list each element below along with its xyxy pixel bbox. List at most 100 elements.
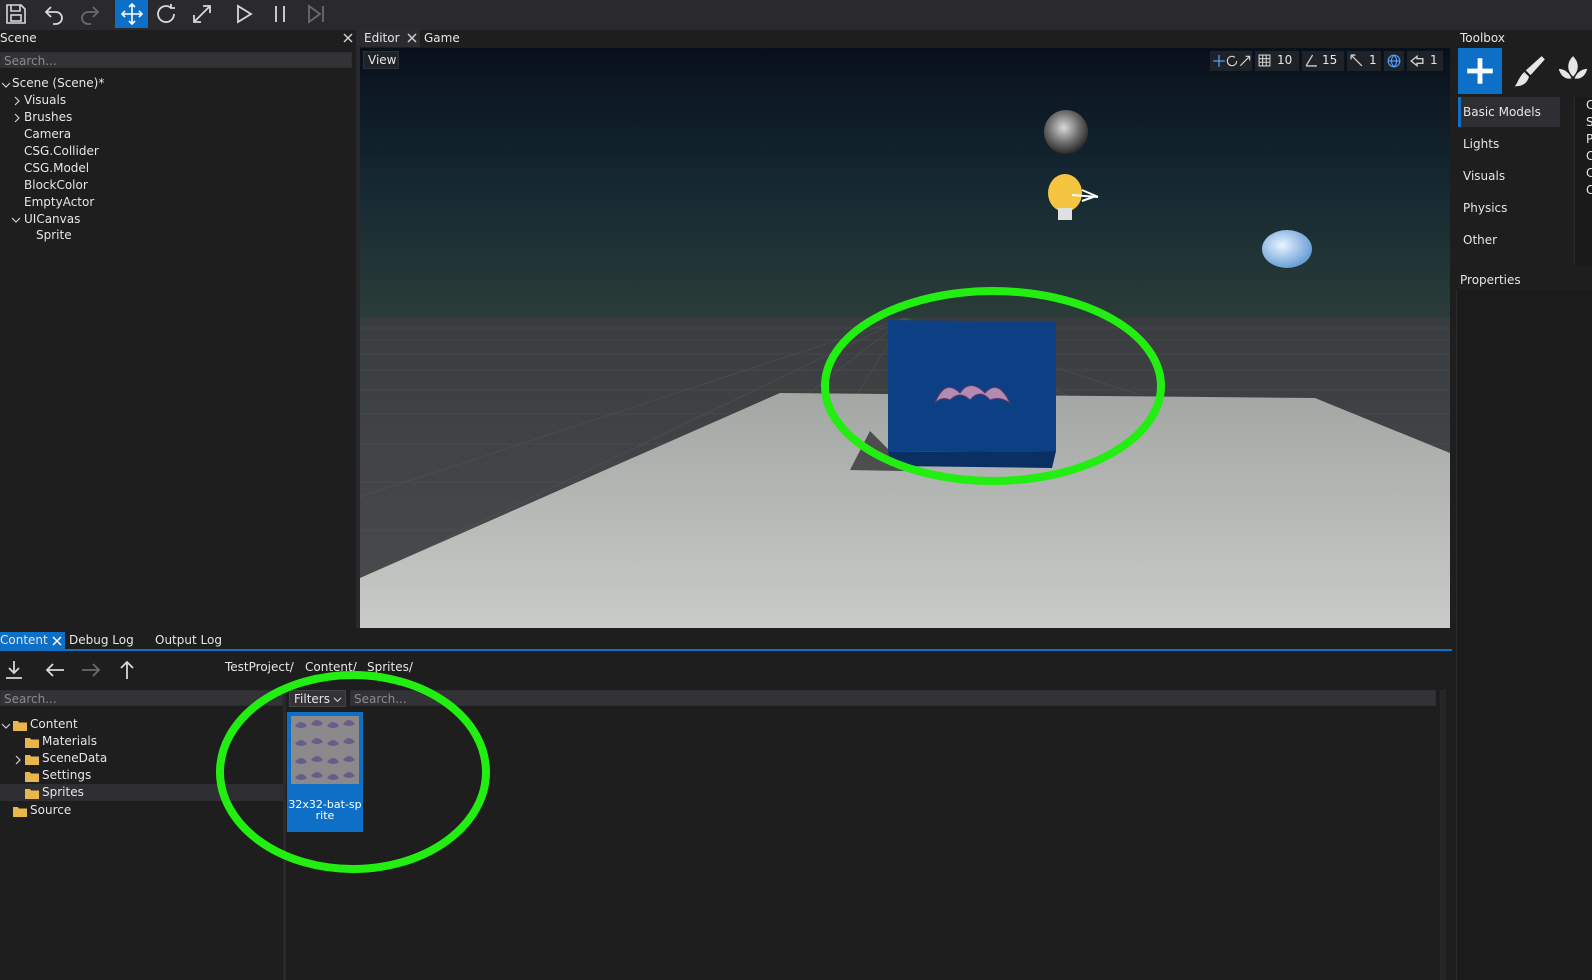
redo-button[interactable] [74, 0, 106, 28]
undo-button[interactable] [38, 0, 70, 28]
scene-panel-title: Scene [0, 31, 37, 45]
scene-item-brushes[interactable]: Brushes [24, 109, 72, 126]
close-icon[interactable] [51, 635, 63, 647]
tab-editor-label: Editor [364, 31, 400, 45]
forward-arrow-icon[interactable] [78, 658, 104, 682]
scene-render [360, 48, 1450, 628]
brush-icon[interactable] [1510, 52, 1548, 92]
folder-icon [13, 721, 27, 731]
sky-sphere [1262, 230, 1312, 268]
toolbox-item[interactable]: C [1586, 165, 1592, 182]
redo-icon [81, 6, 100, 25]
save-button[interactable] [0, 0, 32, 28]
folder-icon [25, 755, 39, 765]
close-icon[interactable] [406, 32, 418, 44]
scale-snap-value: 1 [1369, 53, 1377, 67]
scale-tool-button[interactable] [186, 0, 218, 28]
rotate-icon[interactable] [1225, 54, 1239, 68]
chevron-right-icon[interactable] [12, 96, 22, 106]
pause-icon [275, 6, 285, 22]
chevron-right-icon[interactable] [13, 755, 23, 765]
properties-panel [1456, 290, 1592, 980]
chevron-down-icon[interactable] [1, 80, 11, 90]
toolbox-category-lights[interactable]: Lights [1458, 129, 1563, 159]
scene-item-camera[interactable]: Camera [24, 126, 71, 143]
tab-underline [0, 649, 1452, 651]
move-icon[interactable] [1212, 54, 1226, 68]
angle-snap-widget[interactable]: 15 [1302, 51, 1344, 71]
move-icon [120, 2, 143, 26]
folder-icon [13, 807, 27, 817]
main-toolbar [0, 0, 1592, 30]
tab-game[interactable]: Game [424, 29, 460, 47]
content-tree-scenedata[interactable]: SceneData [42, 750, 107, 767]
toolbox-item[interactable]: C [1586, 97, 1592, 114]
toolbox-tab-add[interactable] [1458, 48, 1502, 94]
chevron-right-icon[interactable] [12, 113, 22, 123]
chevron-down-icon[interactable] [1, 721, 11, 731]
camera-speed-widget[interactable]: 1 [1407, 51, 1443, 71]
toolbox-category-other[interactable]: Other [1458, 225, 1563, 255]
asset-scrollbar[interactable] [1440, 690, 1446, 980]
foliage-icon[interactable] [1554, 52, 1592, 92]
toolbox-item[interactable]: C [1586, 182, 1592, 199]
asset-search-input[interactable]: Search... [350, 690, 1436, 706]
back-arrow-icon[interactable] [42, 658, 68, 682]
camera-speed-value: 1 [1430, 53, 1438, 67]
toolbox-category-visuals[interactable]: Visuals [1458, 161, 1563, 191]
editor-viewport[interactable]: View 10 15 1 1 [360, 48, 1450, 628]
globe-icon [1387, 54, 1401, 68]
content-tree-source[interactable]: Source [30, 802, 71, 819]
up-arrow-icon[interactable] [115, 658, 139, 682]
scene-search-input[interactable]: Search... [0, 52, 352, 68]
angle-snap-value: 15 [1322, 53, 1338, 67]
scale-icon[interactable] [1238, 54, 1252, 68]
content-tree-materials[interactable]: Materials [42, 733, 97, 750]
scene-item-csg-model[interactable]: CSG.Model [24, 160, 89, 177]
toolbox-category-basic-models[interactable]: Basic Models [1458, 97, 1563, 127]
play-button[interactable] [228, 0, 260, 28]
scene-item-blockcolor[interactable]: BlockColor [24, 177, 88, 194]
folder-icon [25, 738, 39, 748]
transform-widget[interactable] [1210, 51, 1252, 71]
toolbox-item[interactable]: S [1586, 114, 1592, 131]
step-icon [308, 4, 324, 24]
toolbox-item[interactable]: P [1586, 131, 1592, 148]
grid-icon [1258, 54, 1271, 67]
scene-item-visuals[interactable]: Visuals [24, 92, 66, 109]
scene-item-emptyactor[interactable]: EmptyActor [24, 194, 94, 211]
grid-snap-widget[interactable]: 10 [1255, 51, 1299, 71]
chevron-down-icon[interactable] [11, 215, 21, 225]
content-tree-sprites[interactable]: Sprites [42, 784, 84, 801]
content-tree-settings[interactable]: Settings [42, 767, 91, 784]
rotate-tool-button[interactable] [150, 0, 182, 28]
viewport-widgets: 10 15 1 1 [1210, 51, 1446, 71]
view-menu-button[interactable]: View [363, 51, 399, 69]
scale-snap-widget[interactable]: 1 [1347, 51, 1381, 71]
properties-title: Properties [1460, 273, 1521, 287]
scene-root-item[interactable]: Scene (Scene)* [12, 75, 104, 92]
plus-icon [1467, 58, 1493, 84]
point-light-sphere [1044, 110, 1088, 154]
scene-item-csg-collider[interactable]: CSG.Collider [24, 143, 99, 160]
toolbox-item[interactable]: C [1586, 148, 1592, 165]
view-button-label: View [368, 53, 397, 67]
folder-icon [25, 789, 39, 799]
scene-item-uicanvas[interactable]: UICanvas [24, 211, 80, 228]
toolbox-category-physics[interactable]: Physics [1458, 193, 1563, 223]
import-icon[interactable] [2, 658, 26, 682]
tab-debug-log[interactable]: Debug Log [69, 631, 134, 649]
tab-output-log[interactable]: Output Log [155, 631, 222, 649]
play-icon [237, 4, 253, 24]
close-icon[interactable] [342, 32, 354, 44]
step-button[interactable] [300, 0, 332, 28]
camera-speed-icon [1410, 54, 1424, 68]
toolbox-title: Toolbox [1460, 31, 1505, 45]
pause-button[interactable] [264, 0, 296, 28]
content-tree-root[interactable]: Content [30, 716, 78, 733]
move-tool-button[interactable] [115, 0, 148, 28]
world-space-toggle[interactable] [1384, 51, 1404, 71]
annotation-ellipse [216, 671, 490, 873]
save-icon [6, 4, 26, 24]
scene-item-sprite[interactable]: Sprite [36, 227, 72, 244]
